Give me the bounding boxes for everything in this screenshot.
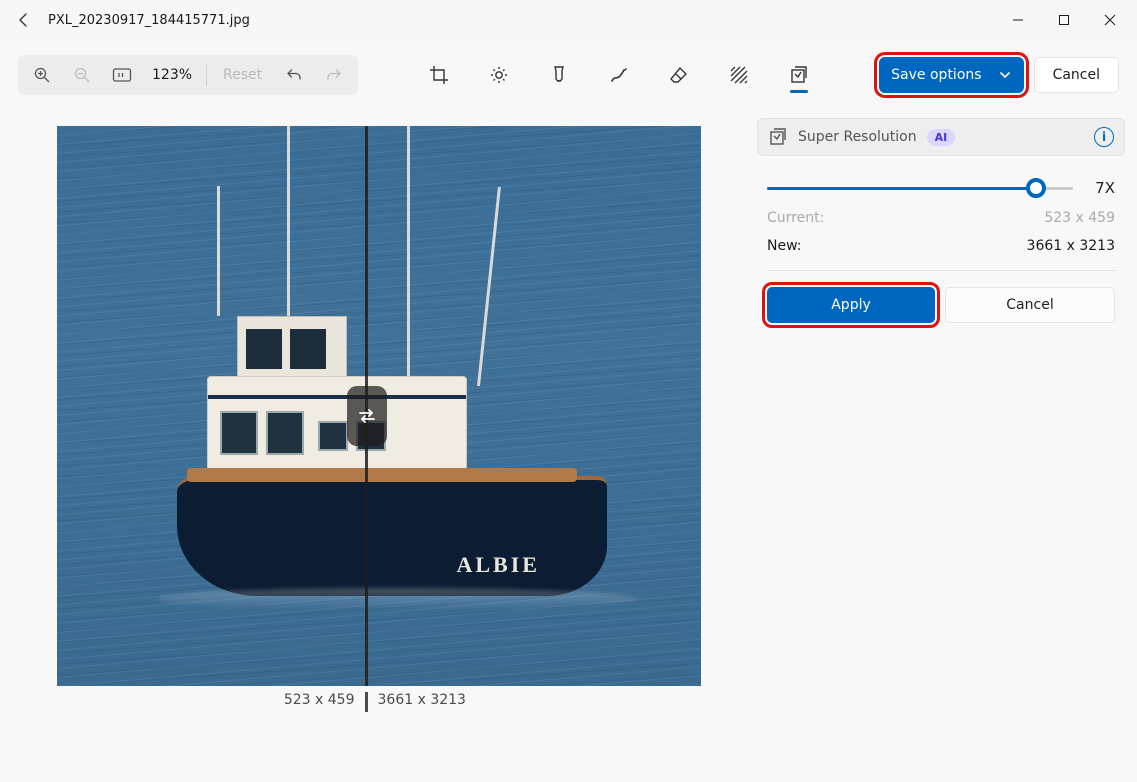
canvas-wrap: ALBIE 523 x 459 3661 x 3213: [0, 110, 757, 782]
compare-swap-handle[interactable]: [347, 386, 387, 446]
side-panel: Super Resolution AI i 7X Current: 523 x …: [757, 110, 1137, 782]
new-label: New:: [767, 238, 802, 254]
window-title: PXL_20230917_184415771.jpg: [48, 13, 250, 28]
draw-tool[interactable]: [604, 53, 634, 97]
save-options-button[interactable]: Save options: [879, 57, 1023, 93]
content: ALBIE 523 x 459 3661 x 3213 Super Resolu…: [0, 110, 1137, 782]
back-button[interactable]: [4, 0, 44, 40]
zoom-group: 123% Reset: [18, 55, 358, 95]
reset-button[interactable]: Reset: [213, 67, 272, 83]
title-bar: PXL_20230917_184415771.jpg: [0, 0, 1137, 40]
edit-tools: [424, 53, 814, 97]
new-value: 3661 x 3213: [1027, 238, 1115, 254]
panel-divider: [767, 270, 1115, 271]
top-cancel-label: Cancel: [1053, 67, 1100, 83]
panel-cancel-label: Cancel: [1006, 297, 1053, 313]
ai-badge: AI: [927, 129, 956, 146]
minimize-button[interactable]: [995, 0, 1041, 40]
info-icon[interactable]: i: [1094, 127, 1114, 147]
redo-button[interactable]: [316, 57, 352, 93]
chevron-down-icon: [998, 68, 1012, 82]
save-options-label: Save options: [891, 67, 981, 83]
compare-dimensions: 523 x 459 3661 x 3213: [57, 692, 701, 712]
divider: [206, 64, 207, 86]
crop-tool[interactable]: [424, 53, 454, 97]
actual-size-button[interactable]: [104, 57, 140, 93]
window-controls: [995, 0, 1133, 40]
close-button[interactable]: [1087, 0, 1133, 40]
right-dimension: 3661 x 3213: [368, 692, 701, 712]
zoom-percent[interactable]: 123%: [144, 67, 200, 83]
erase-tool[interactable]: [664, 53, 694, 97]
boat-name: ALBIE: [457, 552, 540, 578]
zoom-out-button[interactable]: [64, 57, 100, 93]
scale-slider-row: 7X: [757, 156, 1125, 204]
top-right-buttons: Save options Cancel: [879, 57, 1119, 93]
maximize-button[interactable]: [1041, 0, 1087, 40]
compare-canvas[interactable]: ALBIE: [57, 126, 701, 686]
apply-label: Apply: [831, 297, 871, 313]
apply-button[interactable]: Apply: [767, 287, 935, 323]
panel-header: Super Resolution AI i: [757, 118, 1125, 156]
current-row: Current: 523 x 459: [757, 204, 1125, 232]
scale-multiplier: 7X: [1085, 179, 1115, 197]
super-resolution-icon: [768, 127, 788, 147]
panel-title: Super Resolution: [798, 129, 917, 145]
image-boat: ALBIE: [177, 376, 607, 636]
markup-tool[interactable]: [544, 53, 574, 97]
top-cancel-button[interactable]: Cancel: [1034, 57, 1119, 93]
current-value: 523 x 459: [1044, 210, 1115, 226]
current-label: Current:: [767, 210, 824, 226]
left-dimension: 523 x 459: [57, 692, 365, 712]
background-tool[interactable]: [724, 53, 754, 97]
scale-slider[interactable]: [767, 178, 1073, 198]
slider-thumb[interactable]: [1026, 178, 1046, 198]
adjust-tool[interactable]: [484, 53, 514, 97]
undo-button[interactable]: [276, 57, 312, 93]
zoom-in-button[interactable]: [24, 57, 60, 93]
toolbar: 123% Reset Sa: [0, 40, 1137, 110]
super-resolution-tool[interactable]: [784, 53, 814, 97]
new-row: New: 3661 x 3213: [757, 232, 1125, 260]
panel-actions: Apply Cancel: [757, 287, 1125, 323]
panel-cancel-button[interactable]: Cancel: [945, 287, 1115, 323]
